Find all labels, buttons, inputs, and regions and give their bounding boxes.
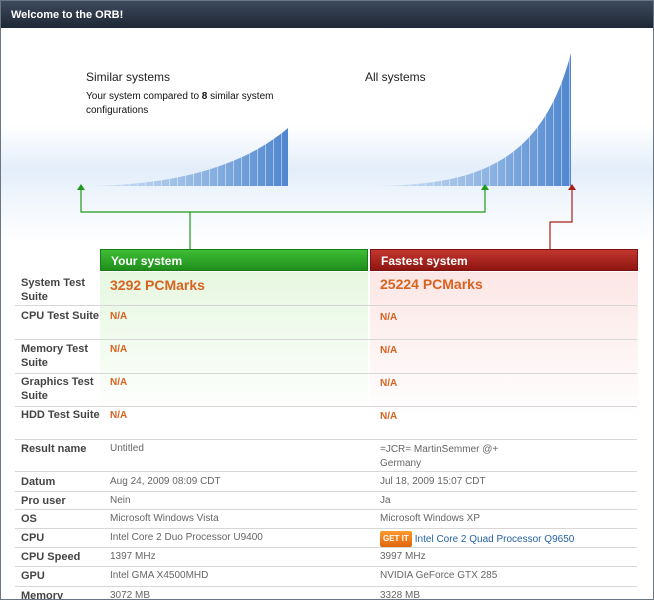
your-value: N/A xyxy=(110,377,128,388)
fastest-system-marker xyxy=(549,188,573,249)
row-label: CPU xyxy=(21,532,45,544)
row-label: HDD Test Suite xyxy=(21,409,100,421)
fastest-value: Jul 18, 2009 15:07 CDT xyxy=(380,476,486,487)
window-title: Welcome to the ORB! xyxy=(11,9,124,21)
row-label: CPU Test Suite xyxy=(21,310,100,322)
table-row: HDD Test Suite N/A N/A xyxy=(15,407,637,440)
cpu-product-link[interactable]: Intel Core 2 Quad Processor Q9650 xyxy=(415,534,575,545)
row-label: GPU xyxy=(21,570,45,582)
fastest-value: NVIDIA GeForce GTX 285 xyxy=(380,570,498,581)
row-label: Pro user xyxy=(21,495,66,507)
your-system-markers xyxy=(80,188,486,249)
fastest-value: 3997 MHz xyxy=(380,551,426,562)
table-row: Datum Aug 24, 2009 08:09 CDT Jul 18, 200… xyxy=(15,472,637,492)
your-value: Intel GMA X4500MHD xyxy=(110,570,209,581)
fastest-value: N/A xyxy=(380,378,398,389)
fastest-value: N/A xyxy=(380,312,398,323)
fastest-value: N/A xyxy=(380,411,398,422)
orb-window: Welcome to the ORB! Similar systems Your… xyxy=(0,0,654,600)
get-it-button[interactable]: GET IT xyxy=(380,531,412,547)
your-value: Aug 24, 2009 08:09 CDT xyxy=(110,476,221,487)
fastest-value: 3328 MB xyxy=(380,590,421,600)
table-row: Memory Test Suite N/A N/A xyxy=(15,340,637,374)
table-row: CPU Speed 1397 MHz 3997 MHz xyxy=(15,548,637,567)
your-value: 3072 MB xyxy=(110,590,151,600)
table-row: GPU Intel GMA X4500MHD NVIDIA GeForce GT… xyxy=(15,567,637,587)
table-row: Pro user Nein Ja xyxy=(15,492,637,510)
your-value: Intel Core 2 Duo Processor U9400 xyxy=(110,532,263,543)
table-row: System Test Suite 3292 PCMarks 25224 PCM… xyxy=(15,272,637,306)
table-row: OS Microsoft Windows Vista Microsoft Win… xyxy=(15,510,637,529)
row-label: Datum xyxy=(21,476,56,488)
distribution-curves xyxy=(77,53,576,249)
row-label: Result name xyxy=(21,443,87,455)
your-value: N/A xyxy=(110,311,128,322)
your-value: Untitled xyxy=(110,443,144,454)
table-row: CPU Test Suite N/A N/A xyxy=(15,306,637,340)
table-row: Memory 3072 MB 3328 MB xyxy=(15,587,637,600)
fastest-value: 25224 PCMarks xyxy=(380,276,483,292)
table-row: CPU Intel Core 2 Duo Processor U9400 GET… xyxy=(15,529,637,548)
your-value: 1397 MHz xyxy=(110,551,156,562)
similar-systems-curve xyxy=(81,128,288,186)
fastest-value: =JCR= MartinSemmer @+ Germany xyxy=(380,444,499,469)
row-label: Memory Test Suite xyxy=(21,343,89,369)
your-value: Microsoft Windows Vista xyxy=(110,513,219,524)
your-value: Nein xyxy=(110,495,131,506)
your-value: N/A xyxy=(110,410,128,421)
row-label: Graphics Test Suite xyxy=(21,376,94,402)
all-systems-curve xyxy=(365,53,571,186)
table-row: Graphics Test Suite N/A N/A xyxy=(15,374,637,407)
your-value: 3292 PCMarks xyxy=(110,277,205,293)
fastest-value: GET IT Intel Core 2 Quad Processor Q9650 xyxy=(380,531,574,547)
row-label: CPU Speed xyxy=(21,551,81,563)
your-value: N/A xyxy=(110,344,128,355)
fastest-value: Ja xyxy=(380,495,391,506)
row-label: Memory xyxy=(21,590,64,600)
fastest-value: N/A xyxy=(380,345,398,356)
fastest-value: Microsoft Windows XP xyxy=(380,513,481,524)
fastest-system-header: Fastest system xyxy=(370,249,638,271)
row-label: System Test Suite xyxy=(21,277,85,303)
table-row: Result name Untitled =JCR= MartinSemmer … xyxy=(15,440,637,472)
title-bar: Welcome to the ORB! xyxy=(1,0,653,29)
your-system-header: Your system xyxy=(100,249,368,271)
row-label: OS xyxy=(21,513,37,525)
